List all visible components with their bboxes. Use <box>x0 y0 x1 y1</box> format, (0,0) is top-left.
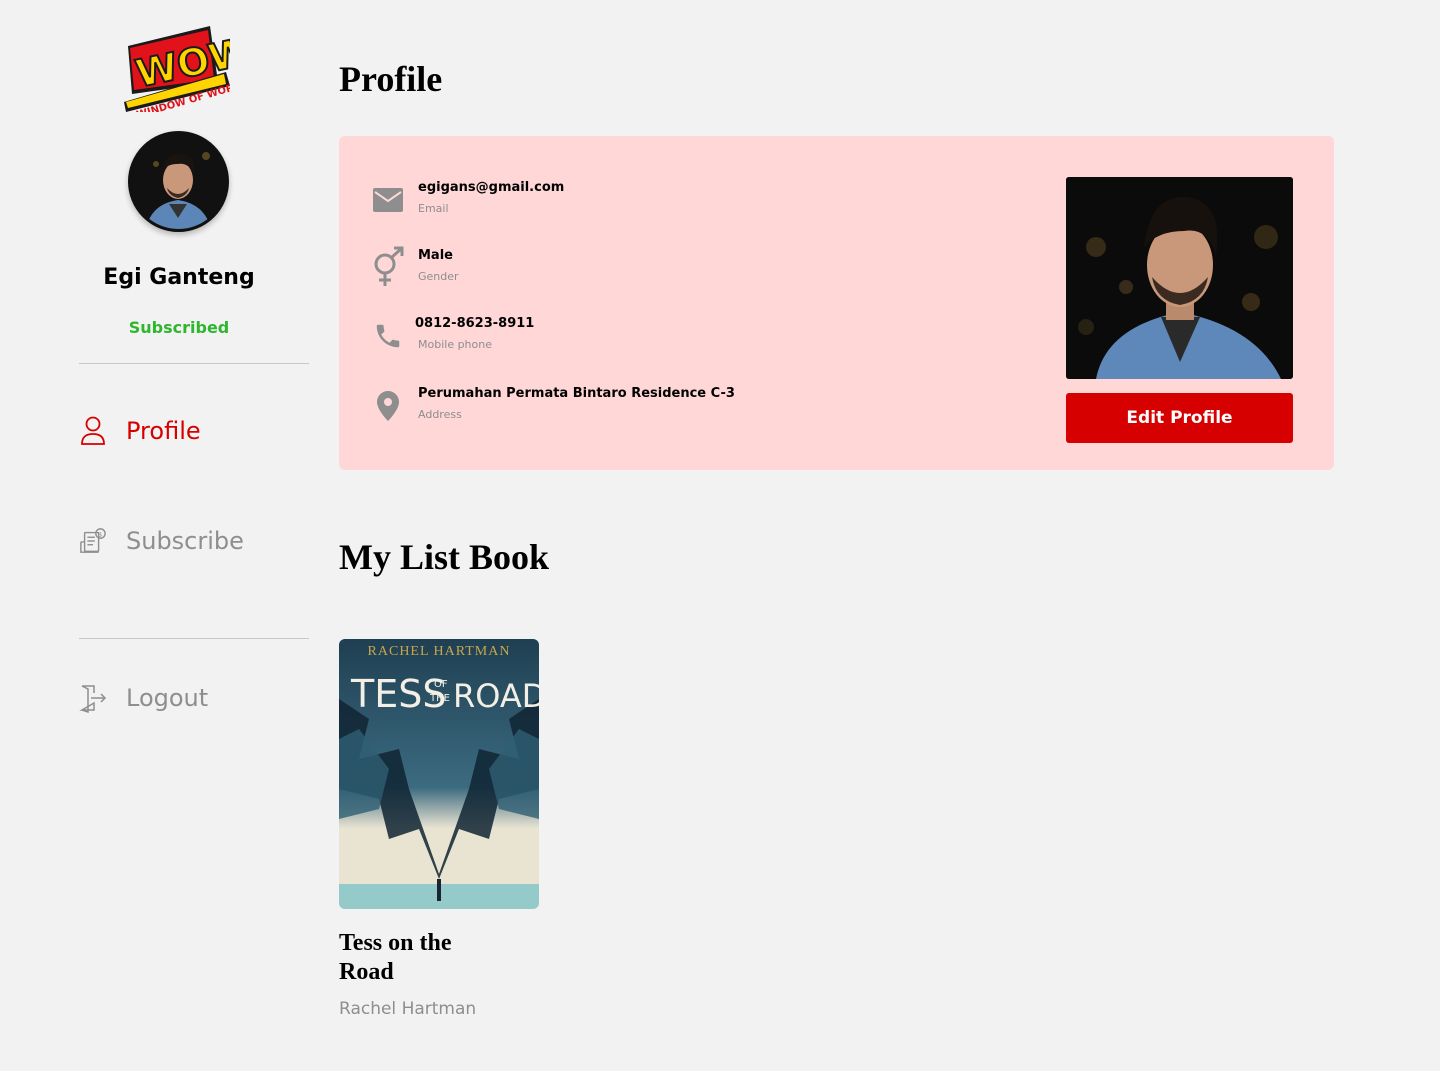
sidebar-item-label: Logout <box>126 684 209 712</box>
svg-text:OF: OF <box>434 679 448 690</box>
sidebar-item-label: Subscribe <box>126 527 244 555</box>
address-value: Perumahan Permata Bintaro Residence C-3 <box>418 386 735 401</box>
user-name: Egi Ganteng <box>103 265 255 290</box>
phone-label: Mobile phone <box>418 338 493 351</box>
profile-card: egigans@gmail.com Email Male Gender 0812… <box>339 136 1334 470</box>
page-title: Profile <box>339 59 443 99</box>
gender-icon <box>370 242 406 292</box>
wow-logo[interactable]: WOW WINDOW OF WORLD <box>122 24 256 121</box>
svg-text:ROAD: ROAD <box>453 677 539 715</box>
sidebar-item-logout[interactable]: Logout <box>79 678 309 718</box>
sidebar: WOW WINDOW OF WORLD Egi Ganteng Subscrib… <box>0 0 330 1071</box>
logout-icon <box>79 682 107 714</box>
address-label: Address <box>418 408 462 421</box>
svg-text:RACHEL HARTMAN: RACHEL HARTMAN <box>368 644 511 659</box>
mail-icon <box>370 180 406 220</box>
book-card[interactable]: RACHEL HARTMAN TESS OF THE ROAD Tess on … <box>339 639 539 1019</box>
gender-value: Male <box>418 248 453 263</box>
email-label: Email <box>418 202 449 215</box>
gender-row: Male Gender <box>370 246 1010 294</box>
phone-icon <box>370 316 406 356</box>
book-cover[interactable]: RACHEL HARTMAN TESS OF THE ROAD <box>339 639 539 909</box>
user-icon <box>79 415 107 447</box>
edit-profile-button[interactable]: Edit Profile <box>1066 393 1293 443</box>
phone-row: 0812-8623-8911 Mobile phone <box>370 316 1010 362</box>
sidebar-divider <box>79 363 309 364</box>
avatar[interactable] <box>128 131 229 232</box>
phone-value: 0812-8623-8911 <box>415 316 535 331</box>
email-row: egigans@gmail.com Email <box>370 180 1010 226</box>
sidebar-item-profile[interactable]: Profile <box>79 411 309 451</box>
sidebar-divider <box>79 638 309 639</box>
subscription-status: Subscribed <box>128 318 230 337</box>
bill-icon: $ <box>79 525 107 557</box>
gender-label: Gender <box>418 270 459 283</box>
svg-text:$: $ <box>98 530 102 538</box>
svg-text:THE: THE <box>429 693 450 704</box>
sidebar-item-label: Profile <box>126 417 201 445</box>
location-pin-icon <box>370 382 406 430</box>
book-title[interactable]: Tess on the Road <box>339 929 499 987</box>
email-value: egigans@gmail.com <box>418 180 565 195</box>
sidebar-item-subscribe[interactable]: $ Subscribe <box>79 521 309 561</box>
address-row: Perumahan Permata Bintaro Residence C-3 … <box>370 386 1010 432</box>
book-author: Rachel Hartman <box>339 999 477 1019</box>
list-heading: My List Book <box>339 537 550 577</box>
profile-photo <box>1066 177 1293 379</box>
